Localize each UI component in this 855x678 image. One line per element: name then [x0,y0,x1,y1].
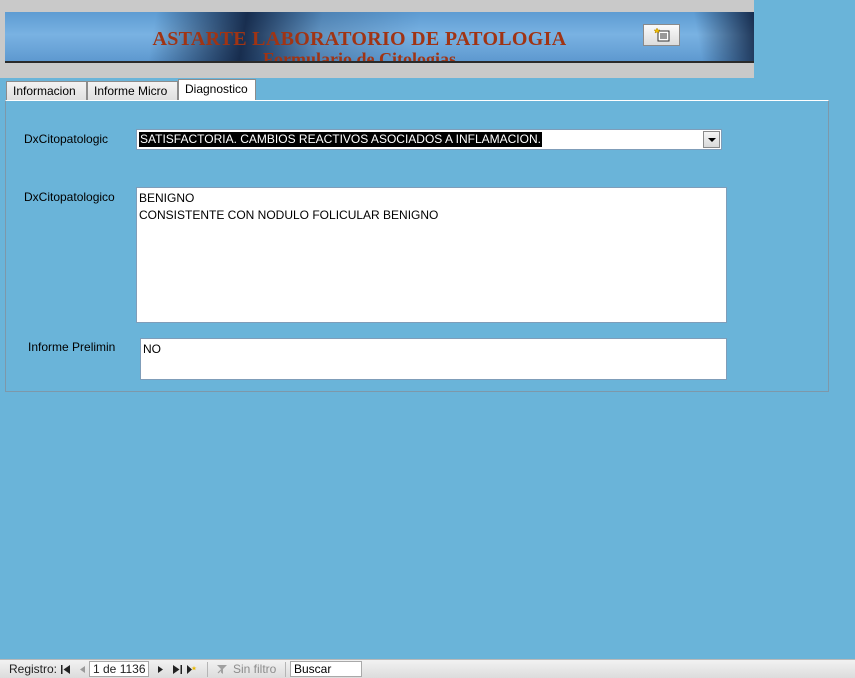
new-record-button[interactable] [643,24,680,46]
tab-informe-micro[interactable]: Informe Micro [87,81,178,101]
dx-citopatologico-combo[interactable]: SATISFACTORIA. CAMBIOS REACTIVOS ASOCIAD… [136,129,722,150]
header-divider [5,61,754,63]
record-label: Registro: [9,662,58,676]
first-record-icon[interactable] [60,663,72,675]
informe-preliminar-field[interactable]: NO [140,338,727,380]
record-number-input[interactable]: 1 de 1136 [89,661,149,677]
dx-combo-label: DxCitopatologic [24,132,109,146]
new-record-nav-icon[interactable] [186,663,198,675]
search-input[interactable]: Buscar [290,661,362,677]
new-record-icon [653,28,669,42]
header-banner: ASTARTE LABORATORIO DE PATOLOGIA Formula… [5,12,754,62]
dx-citopatologico-text[interactable]: BENIGNO CONSISTENTE CON NODULO FOLICULAR… [136,187,727,323]
filter-icon[interactable] [216,663,228,675]
separator [207,662,208,677]
dx-combo-value: SATISFACTORIA. CAMBIOS REACTIVOS ASOCIAD… [139,132,542,147]
dropdown-arrow-icon[interactable] [703,131,720,148]
previous-record-icon[interactable] [76,663,88,675]
dx-text-label: DxCitopatologico [24,190,115,204]
last-record-icon[interactable] [171,663,183,675]
tab-informacion[interactable]: Informacion [6,81,87,101]
separator [285,662,286,677]
lab-title: ASTARTE LABORATORIO DE PATOLOGIA [152,28,567,50]
tab-label: Informe Micro [94,84,168,98]
next-record-icon[interactable] [155,663,167,675]
tab-label: Informacion [13,84,76,98]
form-header: ASTARTE LABORATORIO DE PATOLOGIA Formula… [0,0,754,78]
filter-status[interactable]: Sin filtro [233,662,276,677]
record-navigation-bar: Registro: 1 de 1136 Sin filtro Buscar [0,659,855,678]
tab-label: Diagnostico [185,82,248,96]
informe-preliminar-label: Informe Prelimin [28,340,116,354]
tab-diagnostico[interactable]: Diagnostico [178,79,256,101]
